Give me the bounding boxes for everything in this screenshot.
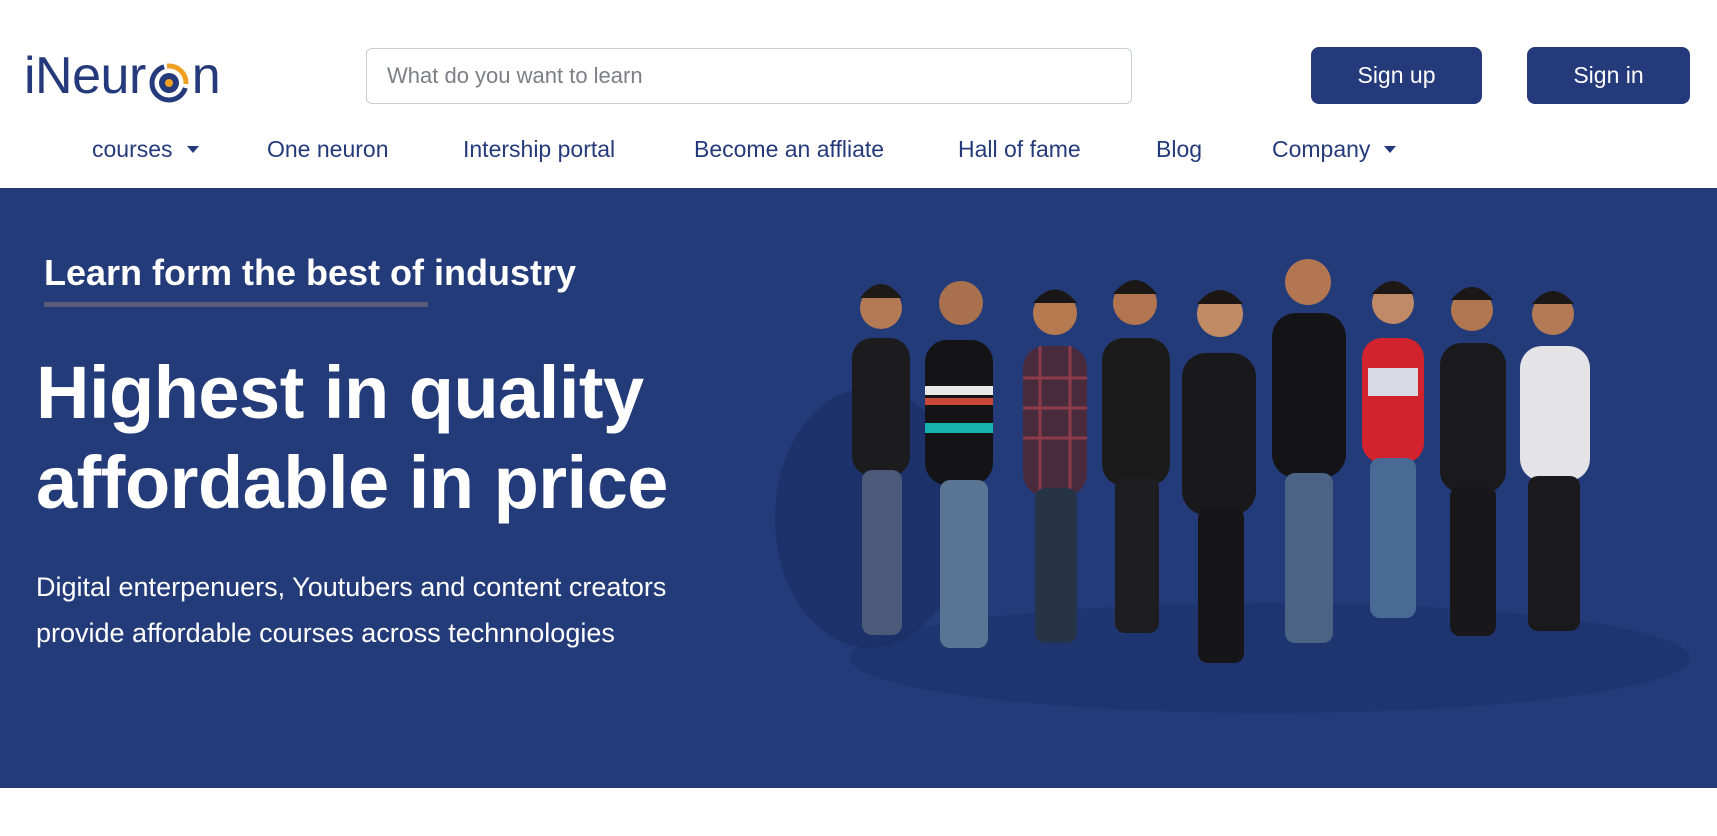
subtext-line-1: Digital enterpenuers, Youtubers and cont… xyxy=(36,572,667,602)
main-nav: courses One neuron Intership portal Beco… xyxy=(0,128,1717,170)
subtext-line-2: provide affordable courses across technn… xyxy=(36,618,615,648)
person-3 xyxy=(1023,289,1087,643)
nav-item-label: Become an affliate xyxy=(694,135,885,162)
nav-item-blog[interactable]: Blog xyxy=(1156,128,1202,170)
person-4 xyxy=(1102,280,1170,633)
nav-item-label: Intership portal xyxy=(463,135,616,162)
sign-up-button[interactable]: Sign up xyxy=(1311,47,1482,104)
eyebrow-underline xyxy=(44,302,428,307)
nav-item-label: Blog xyxy=(1156,135,1203,162)
sign-in-button[interactable]: Sign in xyxy=(1527,47,1690,104)
headline-line-2: affordable in price xyxy=(36,441,668,524)
person-6 xyxy=(1272,259,1346,643)
site-header: iNeur n Sign up Sign in courses One neur… xyxy=(0,0,1717,188)
headline-line-1: Highest in quality xyxy=(36,351,644,434)
hero-banner: Learn form the best of industry Highest … xyxy=(0,188,1717,788)
nav-item-label: Company xyxy=(1272,135,1371,162)
ineuron-logo[interactable]: iNeur n xyxy=(24,44,221,108)
nav-item-label: Hall of fame xyxy=(958,135,1081,162)
logo-text-prefix: iNeur xyxy=(24,47,146,105)
person-9 xyxy=(1520,291,1590,631)
nav-item-hall-of-fame[interactable]: Hall of fame xyxy=(958,128,1081,170)
caret-down-icon xyxy=(1384,145,1397,153)
nav-item-company[interactable]: Company xyxy=(1272,128,1397,170)
person-7 xyxy=(1362,281,1424,618)
neuron-o-logo-icon xyxy=(147,58,191,103)
search-box[interactable] xyxy=(366,48,1132,104)
nav-item-courses[interactable]: courses xyxy=(92,128,199,170)
nav-item-become-affiliate[interactable]: Become an affliate xyxy=(694,128,884,170)
team-photo xyxy=(750,188,1717,788)
hero-eyebrow: Learn form the best of industry xyxy=(44,252,577,293)
person-8 xyxy=(1440,287,1506,636)
nav-item-label: One neuron xyxy=(267,135,389,162)
nav-item-one-neuron[interactable]: One neuron xyxy=(267,128,388,170)
nav-item-internship-portal[interactable]: Intership portal xyxy=(463,128,615,170)
hero-headline: Highest in quality affordable in price xyxy=(36,348,796,528)
caret-down-icon xyxy=(186,145,199,153)
hero-subtext: Digital enterpenuers, Youtubers and cont… xyxy=(36,564,836,656)
nav-item-label: courses xyxy=(92,135,173,162)
logo-text-suffix: n xyxy=(191,47,221,105)
page-content-below-hero xyxy=(0,788,1717,836)
search-input[interactable] xyxy=(367,49,1131,103)
